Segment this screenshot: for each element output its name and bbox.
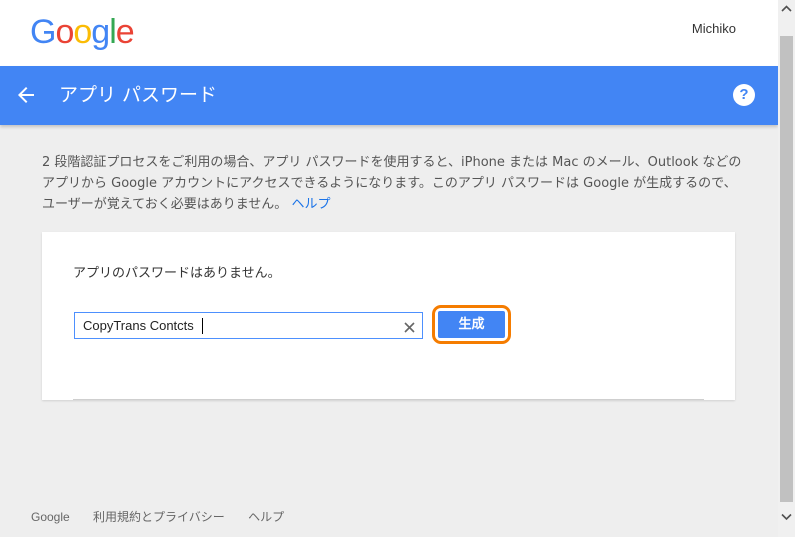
google-logo[interactable]: Google [30,12,135,52]
arrow-left-icon[interactable] [14,83,38,107]
logo-letter: o [55,13,74,51]
scroll-up-icon[interactable] [778,0,795,17]
account-name[interactable]: Michiko [692,21,736,36]
footer-link-help[interactable]: ヘルプ [248,510,284,524]
logo-letter: g [91,13,110,51]
app-password-card: アプリのパスワードはありません。 生成 [42,232,735,400]
help-icon[interactable]: ? [733,84,755,106]
app-name-input[interactable] [75,313,403,338]
app-name-field[interactable] [74,312,423,339]
text-cursor [202,318,203,334]
generate-button-highlight: 生成 [432,305,511,344]
no-passwords-message: アプリのパスワードはありません。 [73,266,281,281]
scroll-down-icon[interactable] [778,508,795,525]
help-link[interactable]: ヘルプ [291,197,330,212]
scrollbar[interactable] [778,0,795,537]
page-title: アプリ パスワード [59,84,218,106]
generate-button[interactable]: 生成 [438,311,505,338]
close-icon[interactable] [403,319,416,333]
footer-link-terms-privacy[interactable]: 利用規約とプライバシー [93,510,225,524]
logo-letter: G [30,13,56,51]
logo-letter: o [73,13,92,51]
scroll-thumb[interactable] [780,36,793,502]
description: 2 段階認証プロセスをご利用の場合、アプリ パスワードを使用すると、iPhone… [42,152,742,215]
title-bar: アプリ パスワード ? [0,66,778,125]
footer: Google 利用規約とプライバシー ヘルプ [31,508,304,525]
description-text: 2 段階認証プロセスをご利用の場合、アプリ パスワードを使用すると、iPhone… [42,155,742,212]
top-bar: Google Michiko [0,0,778,66]
divider [73,399,704,400]
logo-letter: e [115,13,135,51]
footer-link-google[interactable]: Google [31,510,70,524]
